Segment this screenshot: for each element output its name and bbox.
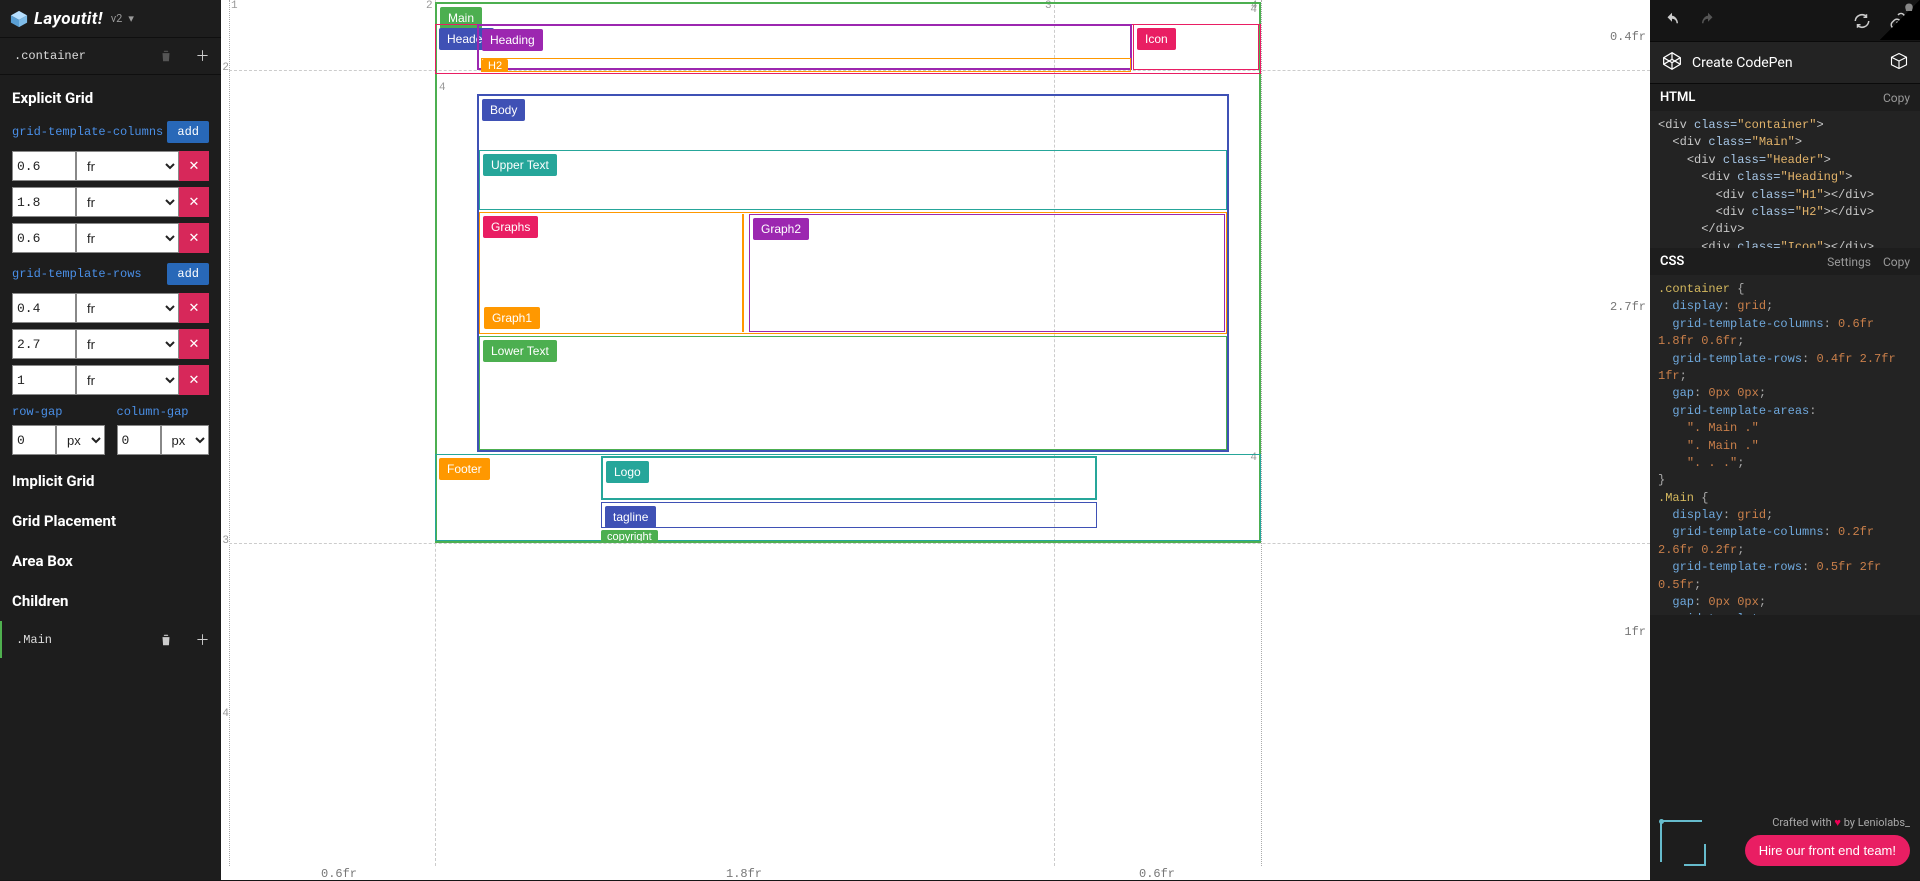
section-area-box[interactable]: Area Box — [0, 541, 221, 581]
col-label-2: 0.6fr — [1139, 867, 1175, 881]
grid-template-rows-label: grid-template-rows add — [0, 259, 221, 293]
column-gap-unit[interactable]: px — [161, 425, 210, 455]
section-children[interactable]: Children — [0, 581, 221, 621]
css-code[interactable]: .container { display: grid; grid-templat… — [1650, 275, 1920, 615]
area-upper-text[interactable]: Upper Text — [479, 150, 1227, 210]
row-value-1[interactable] — [12, 329, 76, 359]
row-unit-2[interactable]: fr — [76, 365, 179, 395]
child-main-selector[interactable]: .Main — [2, 633, 147, 647]
app-name: Layoutit! — [34, 9, 103, 29]
copy-html-button[interactable]: Copy — [1883, 91, 1910, 105]
delete-column-0[interactable]: ✕ — [179, 151, 209, 181]
column-value-1[interactable] — [12, 187, 76, 217]
delete-row-0[interactable]: ✕ — [179, 293, 209, 323]
row-track-2: fr ✕ — [0, 365, 221, 401]
column-track-0: fr ✕ — [0, 151, 221, 187]
column-value-0[interactable] — [12, 151, 76, 181]
delete-column-1[interactable]: ✕ — [179, 187, 209, 217]
add-column-button[interactable]: add — [167, 121, 209, 143]
sidebar-left: Layoutit! v2 ▾ .container ＋ Explicit Gri… — [0, 0, 221, 880]
delete-row-2[interactable]: ✕ — [179, 365, 209, 395]
row-gap-unit[interactable]: px — [56, 425, 105, 455]
area-copyright[interactable]: copyright — [601, 530, 881, 541]
app-version: v2 — [111, 12, 123, 25]
container-selector-row: .container ＋ — [0, 38, 221, 75]
grid-template-columns-label: grid-template-columns add — [0, 117, 221, 151]
delete-child-button[interactable] — [147, 621, 184, 658]
delete-row-1[interactable]: ✕ — [179, 329, 209, 359]
area-graph1[interactable]: Graph1 — [481, 214, 744, 332]
leniolabs-logo-icon — [1660, 820, 1702, 862]
area-graph2[interactable]: Graph2 — [749, 214, 1225, 332]
redo-button[interactable] — [1694, 7, 1722, 35]
add-row-button[interactable]: add — [167, 263, 209, 285]
copy-css-button[interactable]: Copy — [1883, 255, 1910, 269]
area-logo[interactable]: Logo — [601, 456, 1097, 500]
html-panel-header: HTML Copy — [1650, 84, 1920, 111]
container-selector[interactable]: .container — [0, 49, 147, 63]
chevron-down-icon: ▾ — [128, 12, 134, 25]
delete-container-button[interactable] — [147, 38, 184, 75]
column-unit-1[interactable]: fr — [76, 187, 179, 217]
row-unit-1[interactable]: fr — [76, 329, 179, 359]
delete-column-2[interactable]: ✕ — [179, 223, 209, 253]
sidebar-right: Create CodePen HTML Copy <div class="con… — [1650, 0, 1920, 880]
html-code[interactable]: <div class="container"> <div class="Main… — [1650, 111, 1920, 248]
row-gap-value[interactable] — [12, 425, 56, 455]
col-label-1: 1.8fr — [726, 867, 762, 881]
column-value-2[interactable] — [12, 223, 76, 253]
col-label-0: 0.6fr — [321, 867, 357, 881]
area-lower-text[interactable]: Lower Text — [479, 336, 1227, 450]
row-label-2: 1fr — [1624, 625, 1646, 639]
cube-icon — [1890, 52, 1908, 74]
codepen-icon — [1662, 51, 1682, 75]
column-track-1: fr ✕ — [0, 187, 221, 223]
area-icon[interactable]: Icon — [1133, 24, 1259, 70]
corner-badge-icon[interactable] — [1880, 0, 1920, 40]
column-unit-0[interactable]: fr — [76, 151, 179, 181]
area-tagline[interactable]: tagline — [601, 502, 1097, 528]
gap-row: row-gap px column-gap px — [0, 401, 221, 461]
hire-button[interactable]: Hire our front end team! — [1745, 835, 1910, 866]
section-explicit-grid[interactable]: Explicit Grid — [0, 75, 221, 117]
section-grid-placement[interactable]: Grid Placement — [0, 501, 221, 541]
css-settings-button[interactable]: Settings — [1827, 255, 1871, 269]
row-value-2[interactable] — [12, 365, 76, 395]
create-codepen-button[interactable]: Create CodePen — [1650, 42, 1920, 84]
column-gap-value[interactable] — [117, 425, 161, 455]
child-main-row: .Main ＋ — [0, 621, 221, 658]
add-container-button[interactable]: ＋ — [184, 38, 221, 75]
grid-canvas[interactable]: 1 2 3 4 2 3 4 0.6fr 1.8fr 0.6fr 0.4fr 2.… — [221, 0, 1650, 880]
css-panel-header: CSS SettingsCopy — [1650, 248, 1920, 275]
refresh-button[interactable] — [1848, 7, 1876, 35]
row-track-0: fr ✕ — [0, 293, 221, 329]
row-value-0[interactable] — [12, 293, 76, 323]
section-implicit-grid[interactable]: Implicit Grid — [0, 461, 221, 501]
footer-right: Crafted with ♥ by Leniolabs_ Hire our fr… — [1650, 804, 1920, 880]
row-unit-0[interactable]: fr — [76, 293, 179, 323]
column-track-2: fr ✕ — [0, 223, 221, 259]
app-logo-row[interactable]: Layoutit! v2 ▾ — [0, 0, 221, 38]
row-gap-label: row-gap — [12, 401, 105, 425]
row-label-1: 2.7fr — [1610, 300, 1646, 314]
column-gap-label: column-gap — [117, 401, 210, 425]
logo-cube-icon — [10, 10, 28, 28]
row-track-1: fr ✕ — [0, 329, 221, 365]
heart-icon: ♥ — [1834, 816, 1841, 829]
column-unit-2[interactable]: fr — [76, 223, 179, 253]
add-child-button[interactable]: ＋ — [184, 621, 221, 658]
undo-button[interactable] — [1658, 7, 1686, 35]
row-label-0: 0.4fr — [1610, 30, 1646, 44]
area-h2[interactable]: H2 — [481, 58, 1131, 72]
